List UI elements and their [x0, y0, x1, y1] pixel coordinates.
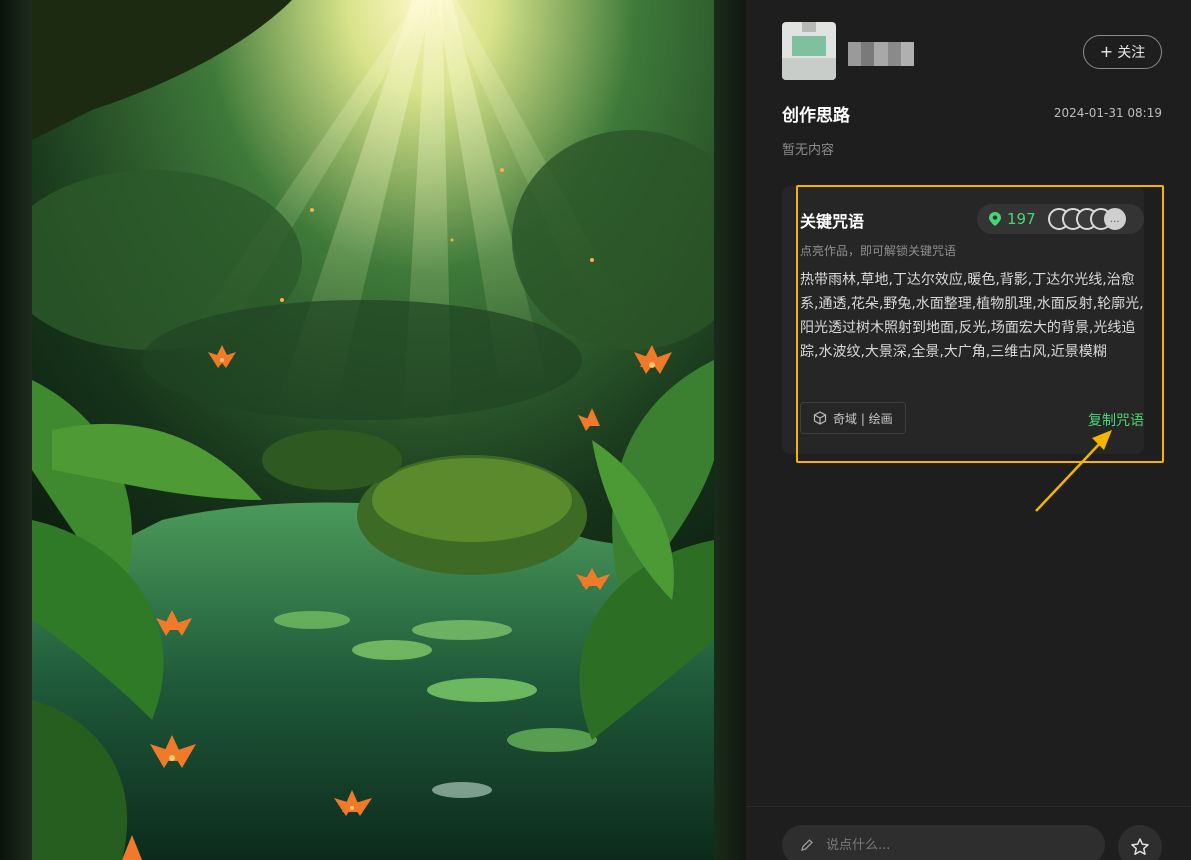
- avatar-pixel: [782, 58, 836, 80]
- artwork-image[interactable]: [32, 0, 714, 860]
- post-timestamp: 2024-01-31 08:19: [1053, 106, 1162, 120]
- empty-content-text: 暂无内容: [782, 143, 835, 158]
- artwork-edge-right: [714, 0, 746, 860]
- avatar-pixel: [802, 22, 816, 32]
- prompt-text: 热带雨林,草地,丁达尔效应,暖色,背影,丁达尔光线,治愈系,通透,花朵,野兔,水…: [800, 272, 1144, 360]
- star-icon: [1131, 838, 1149, 855]
- model-tag-label: 奇域 | 绘画: [833, 411, 893, 426]
- detail-panel: + 关注 创作思路 2024-01-31 08:19 暂无内容 关键咒语 197…: [746, 0, 1191, 860]
- follow-label: 关注: [1117, 45, 1146, 61]
- blur-block: [874, 42, 888, 66]
- use-count: 197: [1007, 210, 1036, 228]
- rainforest-illustration: [32, 0, 714, 860]
- follow-button[interactable]: + 关注: [1083, 35, 1162, 69]
- prompt-card-title: 关键咒语: [800, 212, 865, 231]
- comment-input[interactable]: [782, 825, 1105, 860]
- use-stats-pill[interactable]: 197 …: [977, 204, 1144, 234]
- section-title: 创作思路: [782, 106, 850, 126]
- copy-prompt-button[interactable]: 复制咒语: [1088, 410, 1144, 430]
- unlock-hint: 点亮作品，即可解锁关键咒语: [800, 244, 957, 258]
- artwork-viewer: [0, 0, 746, 860]
- pencil-icon: [801, 839, 813, 851]
- blur-block: [887, 42, 901, 66]
- artwork-edge-left: [0, 0, 32, 860]
- favorite-button[interactable]: [1118, 825, 1162, 860]
- model-tag[interactable]: 奇域 | 绘画: [800, 402, 906, 434]
- blur-block: [900, 42, 915, 66]
- author-name-blurred[interactable]: [848, 42, 915, 66]
- more-avatars-icon: …: [1103, 208, 1126, 230]
- blur-block: [848, 42, 862, 66]
- plus-icon: +: [1099, 42, 1114, 61]
- blur-block: [861, 42, 875, 66]
- cube-icon: [813, 411, 827, 425]
- prompt-card: 关键咒语 197 … 点亮作品，即可解锁关键咒语 热带雨林,草地,丁达尔效应,暖…: [782, 186, 1144, 454]
- user-avatar-stack: …: [1047, 208, 1126, 230]
- avatar-pixel: [792, 36, 826, 56]
- location-pin-icon: [989, 212, 1001, 226]
- author-avatar[interactable]: [782, 22, 836, 80]
- comment-bar: [746, 806, 1191, 860]
